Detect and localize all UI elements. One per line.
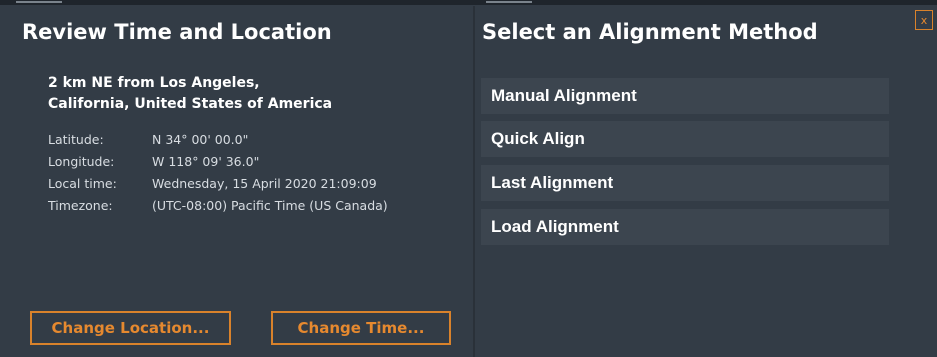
latitude-label: Latitude: <box>48 132 104 147</box>
last-alignment-button[interactable]: Last Alignment <box>481 165 889 201</box>
top-strip-mark <box>16 1 62 3</box>
manual-alignment-button[interactable]: Manual Alignment <box>481 78 889 114</box>
local-time-value: Wednesday, 15 April 2020 21:09:09 <box>152 176 377 191</box>
close-button[interactable]: x <box>915 10 933 30</box>
local-time-label: Local time: <box>48 176 117 191</box>
location-description-line1: 2 km NE from Los Angeles, <box>48 75 260 91</box>
location-description-line2: California, United States of America <box>48 96 333 112</box>
top-strip-mark <box>486 1 532 3</box>
alignment-method-panel: Select an Alignment Method Manual Alignm… <box>475 6 937 357</box>
top-strip <box>0 0 937 5</box>
load-alignment-button[interactable]: Load Alignment <box>481 209 889 245</box>
timezone-value: (UTC-08:00) Pacific Time (US Canada) <box>152 198 388 213</box>
timezone-label: Timezone: <box>48 198 113 213</box>
alignment-setup-dialog: Review Time and Location 2 km NE from Lo… <box>0 0 937 357</box>
latitude-value: N 34° 00' 00.0" <box>152 132 249 147</box>
longitude-label: Longitude: <box>48 154 115 169</box>
close-icon: x <box>920 13 928 27</box>
longitude-value: W 118° 09' 36.0" <box>152 154 260 169</box>
quick-align-button[interactable]: Quick Align <box>481 121 889 157</box>
alignment-panel-title: Select an Alignment Method <box>482 20 818 44</box>
change-time-button[interactable]: Change Time... <box>271 311 451 345</box>
review-panel-title: Review Time and Location <box>22 20 332 44</box>
review-time-location-panel: Review Time and Location 2 km NE from Lo… <box>8 6 473 357</box>
change-location-button[interactable]: Change Location... <box>30 311 231 345</box>
